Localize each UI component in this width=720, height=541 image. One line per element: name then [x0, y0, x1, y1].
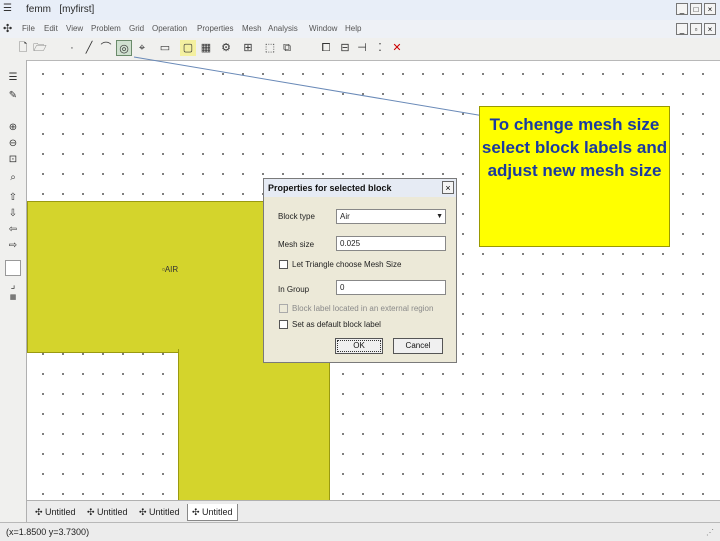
auto-mesh-checkbox[interactable] — [279, 260, 288, 269]
ok-button[interactable]: OK — [335, 338, 383, 354]
tab-label: Untitled — [149, 507, 180, 517]
callout-note: To chenge mesh size select block labels … — [479, 106, 670, 247]
tab-untitled-4[interactable]: ✣ Untitled — [187, 504, 238, 521]
mesh-size-label: Mesh size — [278, 240, 315, 249]
tab-label: Untitled — [202, 507, 233, 517]
block-type-select[interactable]: Air ▼ — [336, 209, 446, 224]
default-label-text: Set as default block label — [292, 320, 381, 329]
document-tabs: ✣ Untitled ✣ Untitled ✣ Untitled ✣ Untit… — [27, 500, 720, 523]
external-region-label: Block label located in an external regio… — [292, 304, 434, 313]
tab-untitled-1[interactable]: ✣ Untitled — [31, 504, 80, 520]
tab-untitled-3[interactable]: ✣ Untitled — [135, 504, 184, 520]
group-label: In Group — [278, 285, 310, 294]
tab-icon: ✣ — [87, 507, 98, 517]
cursor-coordinates: (x=1.8500 y=3.7300) — [6, 527, 90, 537]
external-region-checkbox — [279, 304, 288, 313]
tab-label: Untitled — [45, 507, 76, 517]
dialog-close-button[interactable]: × — [442, 181, 454, 194]
group-input[interactable]: 0 — [336, 280, 446, 295]
status-bar: (x=1.8500 y=3.7300) ⋰ — [0, 522, 720, 541]
mesh-size-input[interactable]: 0.025 — [336, 236, 446, 251]
tab-icon: ✣ — [139, 507, 150, 517]
tab-untitled-2[interactable]: ✣ Untitled — [83, 504, 132, 520]
block-type-value: Air — [340, 212, 350, 221]
dialog-title: Properties for selected block — [268, 183, 392, 193]
tab-label: Untitled — [97, 507, 128, 517]
auto-mesh-label: Let Triangle choose Mesh Size — [292, 260, 402, 269]
resize-grip-icon[interactable]: ⋰ — [706, 528, 714, 537]
default-label-checkbox[interactable] — [279, 320, 288, 329]
dialog-title-bar: Properties for selected block × — [264, 179, 456, 197]
chevron-down-icon[interactable]: ▼ — [436, 210, 443, 223]
tab-icon: ✣ — [192, 507, 203, 517]
block-properties-dialog: Properties for selected block × Block ty… — [263, 178, 457, 363]
block-type-label: Block type — [278, 212, 315, 221]
tab-icon: ✣ — [35, 507, 46, 517]
callout-line — [133, 56, 485, 117]
cancel-button[interactable]: Cancel — [393, 338, 443, 354]
